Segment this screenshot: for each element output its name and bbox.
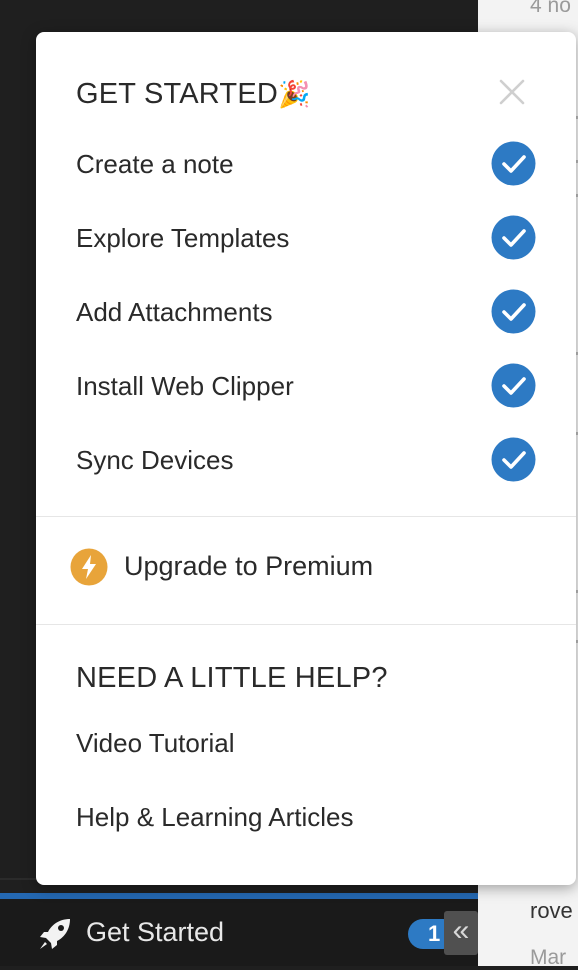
popup-title: GET STARTED🎉 xyxy=(76,78,311,111)
checkmark-icon xyxy=(491,437,536,482)
task-explore-templates[interactable]: Explore Templates xyxy=(76,215,536,261)
checkmark-icon xyxy=(491,215,536,260)
task-sync-devices[interactable]: Sync Devices xyxy=(76,437,536,483)
upgrade-label: Upgrade to Premium xyxy=(124,551,374,581)
get-started-bar[interactable]: Get Started 1 « xyxy=(0,899,478,966)
task-add-attachments[interactable]: Add Attachments xyxy=(76,289,536,335)
party-popper-icon: 🎉 xyxy=(278,79,311,109)
get-started-label: Get Started xyxy=(86,917,225,947)
upgrade-premium-link[interactable]: Upgrade to Premium xyxy=(70,548,470,588)
close-icon[interactable] xyxy=(498,78,526,106)
task-label: Explore Templates xyxy=(76,223,290,253)
note-date: Mar xyxy=(530,946,567,969)
checkmark-icon xyxy=(491,289,536,334)
rocket-icon xyxy=(40,919,70,949)
task-label: Sync Devices xyxy=(76,445,234,475)
task-install-web-clipper[interactable]: Install Web Clipper xyxy=(76,363,536,409)
checkmark-icon xyxy=(491,363,536,408)
help-articles-link[interactable]: Help & Learning Articles xyxy=(76,802,353,833)
task-label: Install Web Clipper xyxy=(76,371,294,401)
lightning-icon xyxy=(70,548,108,586)
task-create-note[interactable]: Create a note xyxy=(76,141,536,187)
help-title: NEED A LITTLE HELP? xyxy=(76,662,388,694)
get-started-popup: GET STARTED🎉 Create a note Explore Templ… xyxy=(36,32,576,885)
collapse-button[interactable]: « xyxy=(444,911,478,955)
section-divider xyxy=(36,516,576,517)
section-divider xyxy=(36,624,576,625)
task-label: Create a note xyxy=(76,149,234,179)
note-snippet-text[interactable]: rove xyxy=(530,898,573,924)
note-count: 4 no xyxy=(530,0,571,17)
video-tutorial-link[interactable]: Video Tutorial xyxy=(76,728,235,759)
task-label: Add Attachments xyxy=(76,297,273,327)
checkmark-icon xyxy=(491,141,536,186)
popup-title-text: GET STARTED xyxy=(76,78,279,110)
